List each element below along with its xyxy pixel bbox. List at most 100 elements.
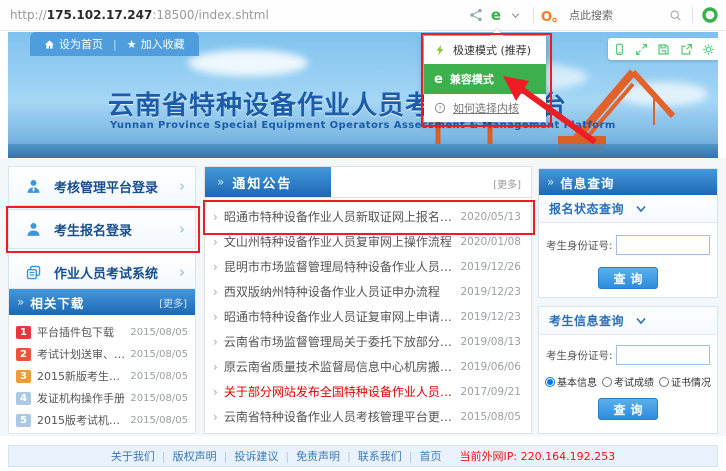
- double-arrow-icon: »: [17, 295, 24, 309]
- notice-item[interactable]: › 昭通市特种设备作业人员新取证网上报名流程NEW 2020/05/13: [205, 204, 531, 229]
- add-favorite-link[interactable]: ★ 加入收藏: [127, 36, 185, 52]
- notice-item[interactable]: ›关于部分网站发布全国特种设备作业人员不实信息...2017/09/21: [205, 379, 531, 404]
- arrow-icon: ›: [213, 210, 218, 224]
- notice-item[interactable]: ›文山州特种设备作业人员复审网上操作流程2020/01/08: [205, 229, 531, 254]
- divider: |: [409, 450, 413, 463]
- menu-item-speed-mode[interactable]: 极速模式 (推荐): [424, 36, 546, 64]
- site-banner: 设为首页 | ★ 加入收藏 云南省特种设备作业人员考核管理平台 Yunnan P…: [8, 32, 718, 158]
- search-engine-logo: O。: [541, 6, 565, 25]
- browser-address-bar: http://175.102.17.247:18500/index.shtml …: [0, 0, 726, 31]
- notices-header: » 通知公告 [更多]: [205, 167, 531, 198]
- download-item[interactable]: 32015新版考生操作...2015/08/05: [9, 365, 195, 387]
- chevron-right-icon: ›: [179, 177, 185, 195]
- notice-item[interactable]: ›昭通市特种设备作业人员证复审网上申请流程及相...2019/12/23: [205, 304, 531, 329]
- footer-link-contact[interactable]: 联系我们: [358, 448, 402, 464]
- footer: 关于我们 | 版权声明 | 投诉建议 | 免责声明 | 联系我们 | 首页 当前…: [8, 445, 718, 467]
- query-button[interactable]: 查询: [598, 398, 658, 420]
- divider: |: [113, 38, 117, 51]
- arrow-icon: ›: [213, 335, 218, 349]
- footer-link-disclaimer[interactable]: 免责声明: [296, 448, 340, 464]
- divider: [692, 7, 693, 23]
- share-page-icon[interactable]: [677, 40, 695, 58]
- login-card-candidate[interactable]: 考生报名登录 ›: [8, 209, 196, 249]
- downloads-more-link[interactable]: [更多]: [159, 295, 187, 310]
- arrow-icon: ›: [213, 310, 218, 324]
- search-icon[interactable]: [665, 5, 685, 25]
- query-button[interactable]: 查询: [598, 267, 658, 289]
- footer-link-about[interactable]: 关于我们: [111, 448, 155, 464]
- radio-certificate[interactable]: 证书情况: [659, 374, 711, 389]
- double-arrow-icon: »: [547, 175, 554, 189]
- notice-item[interactable]: ›西双版纳州特种设备作业人员证申办流程2019/12/23: [205, 279, 531, 304]
- exam-system-icon: [25, 264, 42, 281]
- page: http://175.102.17.247:18500/index.shtml …: [0, 0, 726, 471]
- notices-tab[interactable]: » 通知公告: [205, 167, 331, 197]
- notice-item[interactable]: ›云南省特种设备作业人员考核管理平台更新至20...2015/08/05: [205, 404, 531, 429]
- browser-logo-icon[interactable]: [700, 5, 720, 25]
- candidate-id-input[interactable]: [616, 345, 710, 365]
- login-card-exam-system[interactable]: 作业人员考试系统 ›: [8, 252, 196, 292]
- notice-item[interactable]: ›原云南省质量技术监督局信息中心机房搬迁公告2019/06/06: [205, 354, 531, 379]
- arrow-icon: ›: [213, 260, 218, 274]
- notices-more-link[interactable]: [更多]: [493, 176, 521, 191]
- chevron-down-icon[interactable]: [506, 5, 526, 25]
- downloads-panel: » 相关下载 [更多] 1平台插件包下载2015/08/05 2考试计划送审、审…: [8, 288, 196, 434]
- user-tie-icon: [25, 178, 42, 195]
- candidate-id-label: 考生身份证号:: [546, 238, 613, 253]
- save-icon[interactable]: [655, 40, 673, 58]
- svg-text:?: ?: [438, 105, 441, 112]
- quick-links-bar: 设为首页 | ★ 加入收藏: [30, 32, 199, 56]
- chevron-right-icon: ›: [179, 220, 185, 238]
- menu-item-kernel-help[interactable]: ? 如何选择内核: [424, 94, 546, 122]
- star-icon: ★: [127, 38, 137, 51]
- gear-icon[interactable]: [700, 40, 718, 58]
- query-type-radios: 基本信息 考试成绩 证书情况: [539, 374, 717, 389]
- kernel-mode-menu: 极速模式 (推荐) e 兼容模式 ? 如何选择内核: [424, 36, 546, 122]
- user-icon: [25, 221, 42, 238]
- notices-panel: » 通知公告 [更多] › 昭通市特种设备作业人员新取证网上报名流程NEW 20…: [204, 166, 532, 434]
- notice-item[interactable]: ›昆明市市场监督管理局特种设备作业人员复审流程...2019/12/26: [205, 254, 531, 279]
- download-item[interactable]: 4发证机构操作手册2015/08/05: [9, 387, 195, 409]
- ie-icon: e: [434, 73, 443, 86]
- download-item[interactable]: 1平台插件包下载2015/08/05: [9, 321, 195, 343]
- external-ip-text: 当前外网IP: 220.164.192.253: [460, 448, 616, 464]
- divider: |: [347, 450, 351, 463]
- set-home-link[interactable]: 设为首页: [44, 36, 103, 52]
- water-decoration: [8, 144, 718, 158]
- footer-link-complaints[interactable]: 投诉建议: [234, 448, 278, 464]
- fullscreen-icon[interactable]: [633, 40, 651, 58]
- candidate-info-section-toggle[interactable]: 考生信息查询: [539, 307, 717, 335]
- browser-kernel-icon[interactable]: e: [486, 5, 506, 25]
- url-text[interactable]: http://175.102.17.247:18500/index.shtml: [10, 8, 269, 22]
- download-item[interactable]: 52015版考试机构操...2015/08/05: [9, 409, 195, 431]
- chevron-right-icon: ›: [179, 263, 185, 281]
- share-icon[interactable]: [466, 5, 486, 25]
- arrow-icon: ›: [213, 235, 218, 249]
- arrow-icon: ›: [213, 385, 218, 399]
- menu-item-compat-mode[interactable]: e 兼容模式: [424, 64, 546, 94]
- download-item[interactable]: 2考试计划送审、审核 ...2015/08/05: [9, 343, 195, 365]
- double-arrow-icon: »: [217, 175, 224, 189]
- radio-basic-info[interactable]: 基本信息: [545, 374, 597, 389]
- search-input[interactable]: 点此搜索: [569, 7, 665, 23]
- footer-link-home[interactable]: 首页: [420, 448, 442, 464]
- login-card-admin[interactable]: 考核管理平台登录 ›: [8, 166, 196, 206]
- arrow-icon: ›: [213, 360, 218, 374]
- divider: |: [285, 450, 289, 463]
- arrow-icon: ›: [213, 285, 218, 299]
- info-query-header: » 信息查询: [539, 169, 717, 195]
- notice-item[interactable]: ›云南省市场监督管理局关于委托下放部分行政许可...2019/08/13: [205, 329, 531, 354]
- candidate-id-input[interactable]: [616, 235, 710, 255]
- radio-exam-score[interactable]: 考试成绩: [602, 374, 654, 389]
- footer-link-copyright[interactable]: 版权声明: [173, 448, 217, 464]
- registration-status-section-toggle[interactable]: 报名状态查询: [539, 195, 717, 223]
- home-icon: [44, 39, 55, 50]
- candidate-info-query-panel: 考生信息查询 考生身份证号: 基本信息 考试成绩 证书情况 查询: [538, 306, 718, 434]
- downloads-header: » 相关下载 [更多]: [9, 289, 195, 315]
- help-icon: ?: [434, 102, 446, 114]
- divider: |: [162, 450, 166, 463]
- info-query-panel: » 信息查询 报名状态查询 考生身份证号: 查询: [538, 168, 718, 298]
- divider: [533, 7, 534, 23]
- divider: |: [224, 450, 228, 463]
- mobile-qr-icon[interactable]: [610, 40, 628, 58]
